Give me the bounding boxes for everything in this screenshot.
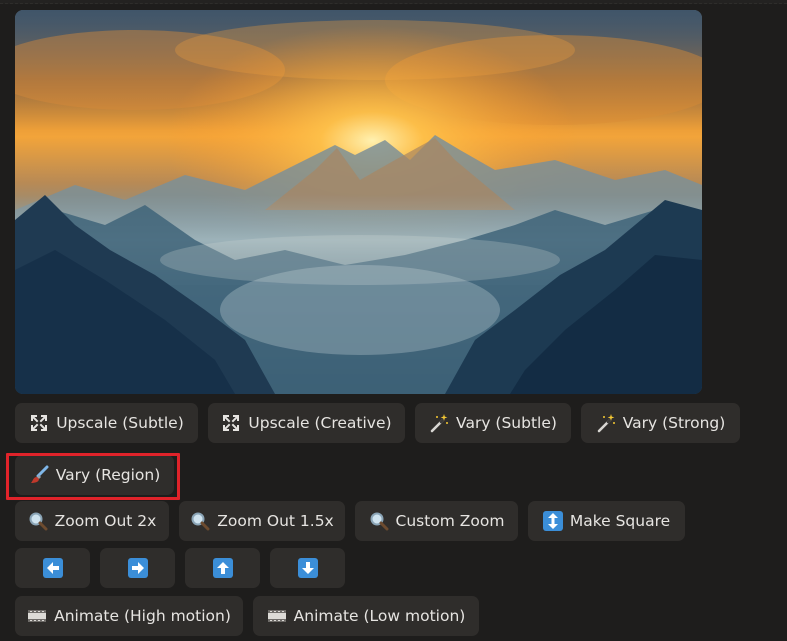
custom-zoom-button[interactable]: Custom Zoom [355, 501, 518, 541]
zoom-out-1-5x-button[interactable]: Zoom Out 1.5x [179, 501, 345, 541]
animate-high-motion-button[interactable]: Animate (High motion) [15, 596, 243, 636]
arrow-down-icon [297, 558, 318, 578]
vary-subtle-label: Vary (Subtle) [456, 414, 557, 432]
mountain-sunset-image [15, 10, 702, 394]
film-strip-icon [267, 606, 287, 626]
make-square-button[interactable]: Make Square [528, 501, 685, 541]
pan-right-button[interactable] [100, 548, 175, 588]
custom-zoom-label: Custom Zoom [395, 512, 505, 530]
pan-down-button[interactable] [270, 548, 345, 588]
vary-subtle-button[interactable]: Vary (Subtle) [415, 403, 571, 443]
arrow-right-icon [127, 558, 148, 578]
expand-corners-icon [29, 413, 49, 433]
up-down-arrow-icon [542, 511, 563, 531]
upscale-subtle-label: Upscale (Subtle) [56, 414, 184, 432]
magnifying-glass-icon [369, 511, 389, 531]
magnifying-glass-icon [190, 511, 210, 531]
magnifying-glass-icon [28, 511, 48, 531]
vary-strong-label: Vary (Strong) [622, 414, 726, 432]
pan-up-button[interactable] [185, 548, 260, 588]
animate-low-motion-label: Animate (Low motion) [293, 607, 466, 625]
vary-region-highlight [6, 453, 180, 500]
top-divider [0, 0, 787, 4]
pan-left-button[interactable] [15, 548, 90, 588]
zoom-out-2x-label: Zoom Out 2x [54, 512, 157, 530]
expand-corners-icon [221, 413, 241, 433]
upscale-creative-label: Upscale (Creative) [248, 414, 392, 432]
zoom-out-2x-button[interactable]: Zoom Out 2x [15, 501, 169, 541]
animate-low-motion-button[interactable]: Animate (Low motion) [253, 596, 479, 636]
film-strip-icon [27, 606, 47, 626]
animate-high-motion-label: Animate (High motion) [54, 607, 231, 625]
upscale-subtle-button[interactable]: Upscale (Subtle) [15, 403, 198, 443]
magic-wand-icon [596, 413, 616, 433]
upscale-creative-button[interactable]: Upscale (Creative) [208, 403, 405, 443]
generated-image[interactable] [15, 10, 702, 394]
zoom-out-1-5x-label: Zoom Out 1.5x [217, 512, 334, 530]
arrow-left-icon [42, 558, 63, 578]
magic-wand-icon [429, 413, 449, 433]
vary-strong-button[interactable]: Vary (Strong) [581, 403, 740, 443]
make-square-label: Make Square [569, 512, 671, 530]
arrow-up-icon [212, 558, 233, 578]
